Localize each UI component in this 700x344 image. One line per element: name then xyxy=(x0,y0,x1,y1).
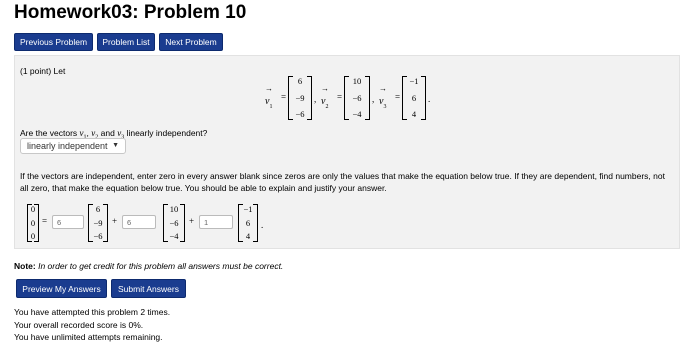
equation-vector-v3: −1 6 4 xyxy=(238,204,258,242)
vector-v1: 6 −9 −6 xyxy=(288,76,312,120)
attempt-status: You have attempted this problem 2 times.… xyxy=(14,307,171,342)
coefficient-3-input[interactable]: 1 xyxy=(199,215,233,229)
previous-problem-button[interactable]: Previous Problem xyxy=(14,33,93,51)
note: Note: In order to get credit for this pr… xyxy=(14,261,284,271)
v1-symbol: → v1 xyxy=(265,84,273,111)
problem-list-button[interactable]: Problem List xyxy=(97,33,155,51)
chevron-down-icon: ▼ xyxy=(112,142,119,149)
vector-v2: 10 −6 −4 xyxy=(344,76,370,120)
v3-symbol: → v3 xyxy=(379,84,387,111)
next-problem-button[interactable]: Next Problem xyxy=(159,33,223,51)
problem-points: (1 point) Let xyxy=(20,66,66,76)
vector-v3: −1 6 4 xyxy=(402,76,426,120)
submit-answers-button[interactable]: Submit Answers xyxy=(111,279,186,298)
preview-answers-button[interactable]: Preview My Answers xyxy=(16,279,107,298)
zero-vector: 0 0 0 xyxy=(27,204,39,242)
vector-definitions: → v1 = 6 −9 −6 , → v2 = 10 −6 −4 , → v3 … xyxy=(265,76,431,120)
equation-vector-v1: 6 −9 −6 xyxy=(88,204,108,242)
page-title: Homework03: Problem 10 xyxy=(14,2,247,23)
equation-vector-v2: 10 −6 −4 xyxy=(163,204,185,242)
instructions-text: If the vectors are independent, enter ze… xyxy=(20,171,665,193)
coefficient-1-input[interactable]: 6 xyxy=(52,215,84,229)
independence-select[interactable]: linearly independent ▼ xyxy=(20,138,126,154)
v2-symbol: → v2 xyxy=(321,84,329,111)
coefficient-2-input[interactable]: 6 xyxy=(122,215,156,229)
